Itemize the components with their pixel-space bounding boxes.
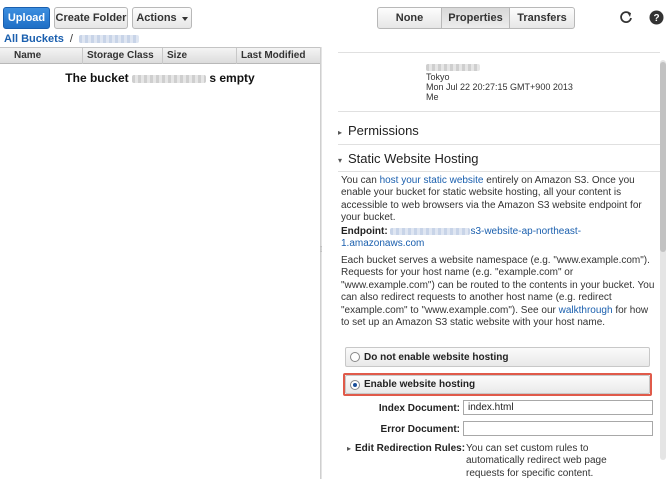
endpoint-link-part2[interactable]: 1.amazonaws.com [341,238,424,249]
meta-value: Me [426,92,439,102]
option-disable-hosting[interactable]: Do not enable website hosting [345,347,650,367]
empty-bucket-message: The bucket s empty [0,71,320,85]
tab-properties-label: Properties [448,12,503,24]
intro-prefix: You can [341,175,380,186]
upload-label: Upload [7,12,46,24]
index-document-label: Index Document: [378,403,460,414]
namespace-description: Each bucket serves a website namespace (… [341,255,657,329]
create-folder-label: Create Folder [55,12,127,24]
chevron-right-icon: ▸ [347,444,352,453]
divider [338,52,660,53]
error-document-label: Error Document: [380,424,460,435]
static-hosting-title: Static Website Hosting [348,151,479,166]
redirection-rules-label: Edit Redirection Rules: [355,443,466,454]
chevron-down-icon [181,16,188,21]
permissions-title: Permissions [348,123,419,138]
breadcrumb-separator: / [69,33,73,45]
walkthrough-link[interactable]: walkthrough [559,305,613,316]
option-disable-label: Do not enable website hosting [364,351,509,363]
svg-text:?: ? [653,13,659,24]
column-size[interactable]: Size [162,48,236,64]
tab-none-label: None [395,12,424,24]
object-list-pane: Name Storage Class Size Last Modified Th… [0,47,320,479]
host-static-website-link[interactable]: host your static website [380,175,484,186]
tab-none[interactable]: None [378,8,442,28]
properties-scrollbar-thumb[interactable] [660,62,666,252]
tab-properties[interactable]: Properties [442,8,510,28]
actions-dropdown[interactable]: Actions [132,7,192,29]
properties-pane: Bucket: Region: Tokyo Creation Date: Mon… [323,47,668,479]
index-document-value: index.html [468,402,514,413]
view-mode-tabs: None Properties Transfers [377,7,575,29]
error-document-input[interactable] [463,421,653,436]
table-header: Name Storage Class Size Last Modified [0,47,320,64]
empty-message-prefix: The bucket [65,71,129,85]
create-folder-button[interactable]: Create Folder [54,7,128,29]
endpoint-label: Endpoint: [341,226,388,237]
redirection-rules-description: You can set custom rules to automaticall… [466,443,607,479]
divider [338,111,660,112]
index-document-input[interactable]: index.html [463,400,653,415]
option-enable-label: Enable website hosting [364,379,476,390]
chevron-down-icon: ▾ [338,156,343,165]
chevron-right-icon: ▸ [338,128,343,137]
tab-transfers[interactable]: Transfers [510,8,574,28]
endpoint-host-redacted [390,227,471,235]
divider [338,171,660,172]
breadcrumb: All Buckets / [4,32,139,46]
column-name[interactable]: Name [0,48,82,64]
actions-label: Actions [136,12,177,24]
meta-bucket-value-redacted [426,64,480,71]
column-last-modified[interactable]: Last Modified [236,48,320,64]
column-storage-class[interactable]: Storage Class [82,48,162,64]
permissions-section-toggle[interactable]: ▸ Permissions [338,123,660,138]
radio-unselected-icon[interactable] [350,352,360,362]
refresh-icon[interactable] [618,9,634,25]
option-enable-hosting[interactable]: Enable website hosting [345,375,650,394]
breadcrumb-bucket-name[interactable] [78,35,139,43]
upload-button[interactable]: Upload [3,7,50,29]
static-hosting-intro: You can host your static website entirel… [341,175,657,225]
endpoint-link-part1[interactable]: s3-website-ap-northeast- [470,226,581,237]
meta-value: Mon Jul 22 20:27:15 GMT+900 2013 [426,82,573,92]
empty-message-suffix: s empty [209,71,255,85]
help-icon[interactable]: ? [648,9,664,25]
redirection-rules-toggle[interactable]: ▸ Edit Redirection Rules: [347,443,465,454]
breadcrumb-all-buckets[interactable]: All Buckets [4,33,64,45]
bucket-name-redacted [132,74,206,83]
toolbar: Upload Create Folder Actions None Proper… [0,0,668,34]
divider [338,144,660,145]
radio-selected-icon[interactable] [350,379,360,390]
tab-transfers-label: Transfers [517,12,567,24]
pane-splitter[interactable] [320,47,322,479]
static-hosting-section-toggle[interactable]: ▾ Static Website Hosting [338,151,660,166]
endpoint-block: Endpoint: s3-website-ap-northeast- 1.ama… [341,226,657,251]
meta-value: Tokyo [426,72,450,82]
